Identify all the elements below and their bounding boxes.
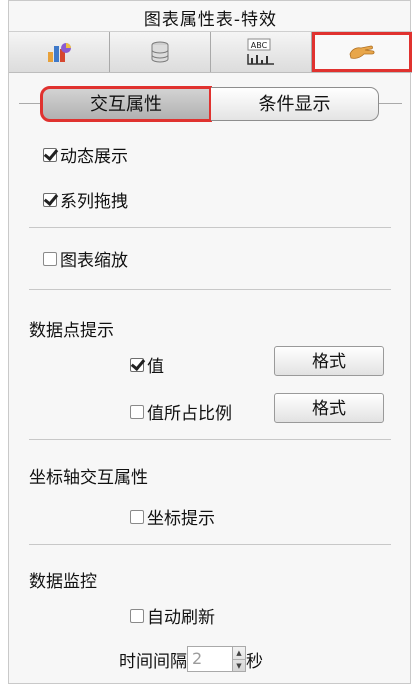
interval-row: 时间间隔 2 ▲ ▼ 秒 [119,646,263,672]
coord-tip-checkbox[interactable] [130,509,144,524]
monitor-heading: 数据监控 [29,572,97,592]
interval-spinner[interactable]: ▲ ▼ [233,646,246,672]
percent-checkbox[interactable] [130,404,144,419]
tab-data[interactable] [110,32,211,72]
separator [29,439,391,440]
subtab-group: 交互属性 条件显示 [9,86,412,123]
auto-refresh-label: 自动刷新 [147,608,215,628]
subtab-condition[interactable]: 条件显示 [211,87,379,121]
value-option[interactable]: 值 [130,352,164,377]
value-checkbox[interactable] [130,357,144,372]
interval-input[interactable]: 2 [187,646,233,672]
axis-heading: 坐标轴交互属性 [29,468,148,488]
separator [29,289,391,290]
tab-chart-style[interactable] [9,32,110,72]
text-label-badge: ABC [251,41,268,50]
interval-unit: 秒 [246,651,263,672]
value-label: 值 [147,357,164,377]
dynamic-display-checkbox[interactable] [43,147,57,162]
hand-effect-icon [349,45,375,59]
tab-bar: ABC [9,31,412,73]
text-label-icon: ABC [247,38,274,65]
separator [29,227,391,228]
chart-zoom-checkbox[interactable] [43,251,57,266]
spin-up-icon[interactable]: ▲ [233,647,245,659]
datapoint-tip-heading: 数据点提示 [29,321,114,341]
auto-refresh-option[interactable]: 自动刷新 [130,603,215,628]
subtab-interaction[interactable]: 交互属性 [40,86,212,122]
percent-option[interactable]: 值所占比例 [130,399,232,424]
tab-label[interactable]: ABC [211,32,312,72]
series-drag-option[interactable]: 系列拖拽 [43,187,128,212]
tab-effects[interactable] [312,32,412,72]
interval-label: 时间间隔 [119,651,187,672]
coord-tip-option[interactable]: 坐标提示 [130,504,215,529]
value-format-button[interactable]: 格式 [274,346,384,376]
dynamic-display-option[interactable]: 动态展示 [43,142,128,167]
series-drag-checkbox[interactable] [43,192,57,207]
series-drag-label: 系列拖拽 [60,192,128,212]
dynamic-display-label: 动态展示 [60,147,128,167]
chart-zoom-option[interactable]: 图表缩放 [43,246,128,271]
spin-down-icon[interactable]: ▼ [233,659,245,672]
chart-zoom-label: 图表缩放 [60,251,128,271]
chart-style-icon [48,43,71,62]
percent-format-button[interactable]: 格式 [274,393,384,423]
database-icon [151,41,169,63]
percent-label: 值所占比例 [147,404,232,424]
panel-title: 图表属性表-特效 [143,10,278,30]
chart-properties-panel: 图表属性表-特效 ABC 交互属性 条件显示 动态展示 系列拖拽 图表缩放 数据… [8,0,412,684]
separator [29,544,391,545]
coord-tip-label: 坐标提示 [147,509,215,529]
auto-refresh-checkbox[interactable] [130,608,144,623]
